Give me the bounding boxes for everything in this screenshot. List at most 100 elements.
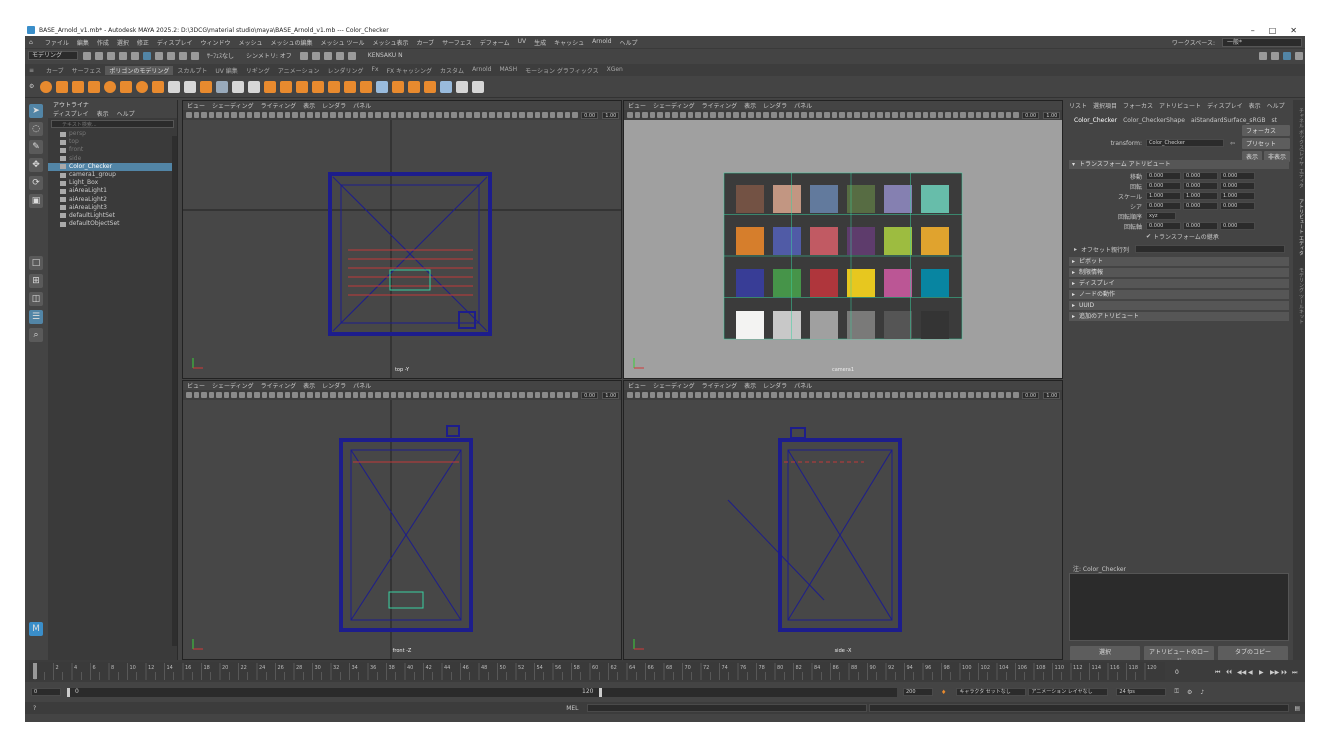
outliner-menu-item[interactable]: 表示 <box>97 109 109 118</box>
auto-map-icon[interactable] <box>440 80 453 93</box>
viewport-tool-icon[interactable] <box>990 392 997 398</box>
viewport-tool-icon[interactable] <box>557 112 563 118</box>
viewport-tool-icon[interactable] <box>337 112 344 118</box>
preset-button[interactable]: プリセット <box>1242 137 1291 149</box>
start-time-field[interactable]: 0 <box>31 688 61 696</box>
viewport-tool-icon[interactable] <box>839 392 845 398</box>
viewport-tool-icon[interactable] <box>740 112 747 118</box>
boolean-icon[interactable] <box>264 80 277 93</box>
workspace-dropdown[interactable]: 一般* <box>1222 37 1302 47</box>
viewport-tool-icon[interactable] <box>922 112 929 118</box>
viewport-menu-item[interactable]: シェーディング <box>212 101 254 110</box>
viewport-tool-icon[interactable] <box>717 112 724 118</box>
viewport-tool-icon[interactable] <box>824 392 830 398</box>
viewport-menu-item[interactable]: パネル <box>353 381 371 390</box>
viewport-tool-icon[interactable] <box>627 392 633 398</box>
viewport-tool-icon[interactable] <box>201 112 207 118</box>
viewport-tool-icon[interactable] <box>261 392 268 398</box>
viewport-tool-icon[interactable] <box>672 392 679 398</box>
viewport-tool-icon[interactable] <box>854 392 860 398</box>
outliner-item[interactable]: camera1_group <box>48 171 177 179</box>
viewport-tool-icon[interactable] <box>390 392 397 398</box>
viewport-tool-icon[interactable] <box>329 112 336 118</box>
viewport-tool-icon[interactable] <box>922 392 929 398</box>
attr-value-field[interactable]: 0.000 <box>1220 202 1255 210</box>
viewport-tool-icon[interactable] <box>337 392 344 398</box>
viewport-tool-icon[interactable] <box>793 112 800 118</box>
arnold-render-icon[interactable] <box>347 51 356 60</box>
modeling-toolkit-tab[interactable]: モデリング ツールキット <box>1298 268 1304 325</box>
menu-item[interactable]: キャッシュ <box>550 38 588 47</box>
viewport-tool-icon[interactable] <box>748 392 754 398</box>
viewport-menu-item[interactable]: シェーディング <box>212 381 254 390</box>
viewport-tool-icon[interactable] <box>801 392 807 398</box>
attr-menu-item[interactable]: リスト <box>1069 101 1087 110</box>
shelf-tab[interactable]: カーブ <box>42 66 68 75</box>
combine-icon[interactable] <box>232 80 245 93</box>
viewport-tool-icon[interactable] <box>534 112 541 118</box>
shelf-tab[interactable]: アニメーション <box>274 66 324 75</box>
shelf-tab[interactable]: サーフェス <box>68 66 106 75</box>
viewport-menu-item[interactable]: パネル <box>794 381 812 390</box>
viewport-tool-icon[interactable] <box>527 112 533 118</box>
viewport-tool-icon[interactable] <box>983 112 989 118</box>
paint-select-icon[interactable]: ✎ <box>29 140 43 154</box>
viewport-menu-item[interactable]: レンダラ <box>763 101 787 110</box>
viewport-tool-icon[interactable] <box>542 112 548 118</box>
snap-point-icon[interactable] <box>179 51 187 60</box>
viewport-tool-icon[interactable] <box>778 392 785 398</box>
viewport-tool-icon[interactable] <box>201 392 207 398</box>
viewport-tool-icon[interactable] <box>564 112 571 118</box>
viewport-tool-icon[interactable] <box>496 392 503 398</box>
shelf-tab[interactable]: XGen <box>603 66 627 75</box>
attr-section[interactable]: 追加のアトリビュート <box>1069 312 1289 321</box>
viewport-tool-icon[interactable] <box>398 392 404 398</box>
viewport-menu-item[interactable]: ライティング <box>702 101 738 110</box>
character-set-dropdown[interactable]: キャラクタ セットなし <box>956 688 1027 696</box>
viewport-tool-icon[interactable] <box>831 112 838 118</box>
shelf-tab[interactable]: レンダリング <box>324 66 368 75</box>
target-weld-icon[interactable] <box>376 80 389 93</box>
viewport-tool-icon[interactable] <box>504 392 510 398</box>
viewport-tool-icon[interactable] <box>664 392 671 398</box>
help-icon[interactable]: ? <box>33 705 36 712</box>
menu-item[interactable]: ウィンドウ <box>196 38 234 47</box>
type-tool-icon[interactable] <box>184 80 197 93</box>
fill-hole-icon[interactable] <box>344 80 357 93</box>
viewport-tool-icon[interactable] <box>975 392 982 398</box>
attr-menu-item[interactable]: 表示 <box>1249 101 1261 110</box>
viewport-tool-icon[interactable] <box>473 392 480 398</box>
viewport-tool-icon[interactable] <box>945 112 951 118</box>
viewport-tool-icon[interactable] <box>869 392 876 398</box>
viewport-tool-icon[interactable] <box>254 112 260 118</box>
viewport-tool-icon[interactable] <box>778 112 785 118</box>
viewport-menu-item[interactable]: パネル <box>794 101 812 110</box>
viewport-tool-icon[interactable] <box>284 112 291 118</box>
viewport-tool-icon[interactable] <box>869 112 876 118</box>
viewport-tool-icon[interactable] <box>458 112 465 118</box>
attr-menu-item[interactable]: アトリビュート <box>1159 101 1201 110</box>
viewport-tool-icon[interactable] <box>725 112 732 118</box>
shelf-tab[interactable]: カスタム <box>436 66 468 75</box>
mel-input[interactable] <box>586 704 867 712</box>
menu-set-dropdown[interactable]: モデリング <box>28 51 78 60</box>
viewport-tool-icon[interactable] <box>831 392 838 398</box>
viewport-tool-icon[interactable] <box>496 112 503 118</box>
viewport-tool-icon[interactable] <box>193 112 200 118</box>
viewport-menu-item[interactable]: 表示 <box>744 381 756 390</box>
viewport-canvas[interactable] <box>183 120 621 378</box>
close-button[interactable]: ✕ <box>1290 26 1297 35</box>
outliner-scrollbar[interactable] <box>172 136 177 646</box>
focus-button[interactable]: フォーカス <box>1242 124 1291 136</box>
shelf-tab[interactable]: MASH <box>495 66 521 75</box>
viewport-tool-icon[interactable] <box>428 112 435 118</box>
viewport-tool-icon[interactable] <box>519 112 526 118</box>
shelf-tab[interactable]: スカルプト <box>173 66 211 75</box>
attr-section[interactable]: ディスプレイ <box>1069 279 1289 288</box>
viewport-tool-icon[interactable] <box>657 112 663 118</box>
render-settings-icon[interactable] <box>323 51 332 60</box>
audio-icon[interactable]: ♪ <box>1200 689 1204 696</box>
viewport-tool-icon[interactable] <box>786 392 792 398</box>
viewport-tool-icon[interactable] <box>292 392 298 398</box>
viewport-menu-item[interactable]: 表示 <box>303 381 315 390</box>
